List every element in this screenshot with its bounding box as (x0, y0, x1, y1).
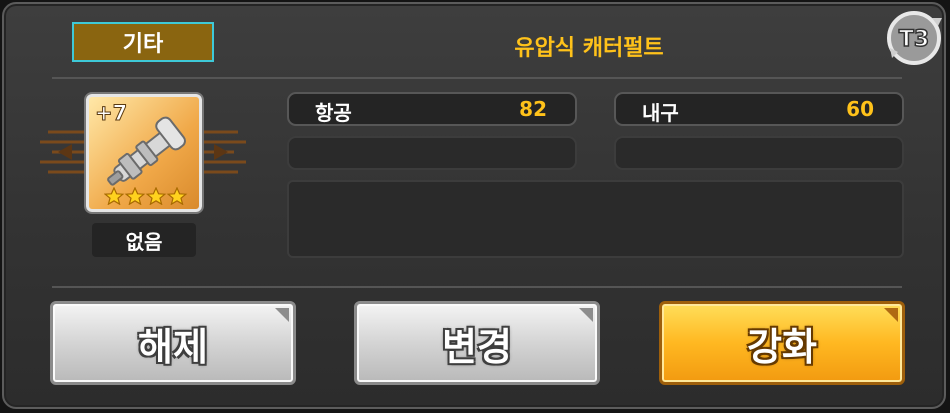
tier-badge-icon: T3 (887, 11, 942, 65)
stat-label: 항공 (315, 101, 352, 125)
enhance-button-label: 강화 (747, 324, 817, 369)
category-badge: 기타 (72, 22, 214, 62)
rarity-stars-icon (104, 187, 188, 205)
bottom-divider (52, 286, 902, 288)
corner-marker-icon (884, 308, 898, 322)
corner-marker-icon (579, 308, 593, 322)
description-box (287, 180, 904, 258)
stat-durability: 내구 60 (614, 92, 904, 126)
unequip-button-label: 해제 (138, 324, 208, 369)
enhance-button[interactable]: 강화 (659, 301, 905, 385)
tier-badge-label: T3 (899, 27, 929, 52)
stat-label: 내구 (642, 101, 679, 125)
stat-aviation: 항공 82 (287, 92, 577, 126)
stat-slot-empty (287, 136, 577, 170)
stat-slot-empty (614, 136, 904, 170)
change-button[interactable]: 변경 (354, 301, 600, 385)
top-divider (52, 77, 902, 79)
equipped-by-label: 없음 (92, 223, 196, 257)
stat-value: 60 (846, 97, 874, 121)
item-name: 유압식 캐터펄트 (514, 36, 664, 61)
stat-value: 82 (519, 97, 547, 121)
item-level-label: +7 (94, 101, 128, 126)
unequip-button[interactable]: 해제 (50, 301, 296, 385)
equipment-dialog: 기타 유압식 캐터펄트 T3 +7 없음 항공 82 내구 60 해제 변경 강… (2, 2, 946, 409)
item-icon[interactable]: +7 (86, 94, 202, 212)
corner-marker-icon (275, 308, 289, 322)
change-button-label: 변경 (442, 324, 512, 369)
